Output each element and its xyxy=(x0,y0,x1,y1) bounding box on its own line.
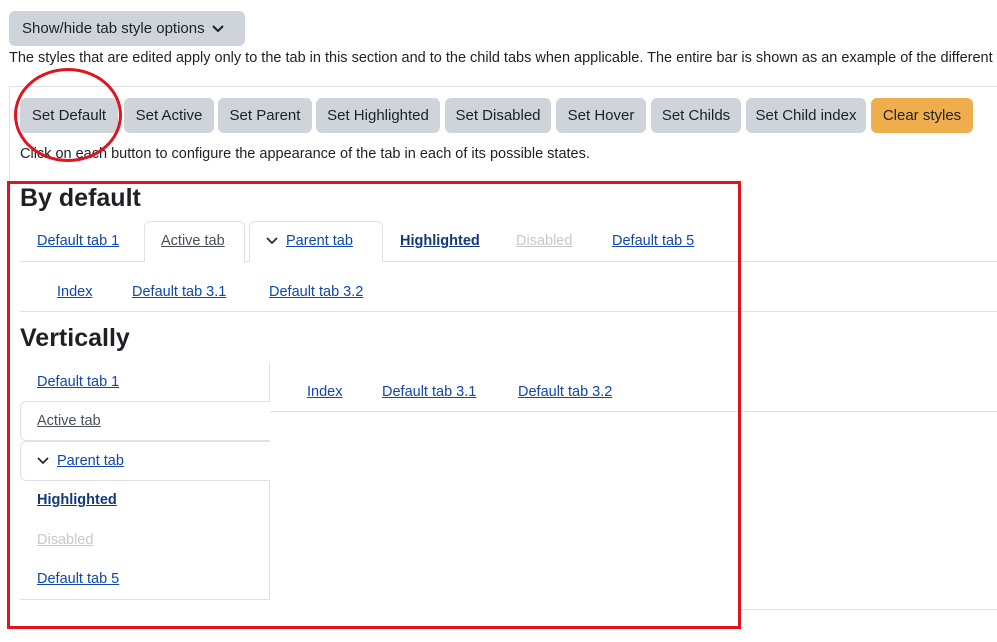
vertical-tab-disabled: Disabled xyxy=(37,532,94,548)
vertically-heading: Vertically xyxy=(20,324,130,352)
child-tab-3-2[interactable]: Default tab 3.2 xyxy=(269,284,363,300)
vertical-tab-parent-label: Parent tab xyxy=(57,453,124,469)
style-options-panel xyxy=(9,86,997,626)
tab-default-1[interactable]: Default tab 1 xyxy=(37,233,119,249)
chevron-down-icon xyxy=(266,237,278,245)
by-default-heading: By default xyxy=(20,184,141,212)
tab-default-5[interactable]: Default tab 5 xyxy=(612,233,694,249)
clear-styles-button[interactable]: Clear styles xyxy=(871,98,973,133)
set-default-button[interactable]: Set Default xyxy=(20,98,118,133)
vertical-tab-default-1[interactable]: Default tab 1 xyxy=(37,374,119,390)
child-tabbar-divider xyxy=(20,311,997,312)
tab-parent-label: Parent tab xyxy=(286,233,353,249)
vertical-child-tab-index[interactable]: Index xyxy=(307,384,342,400)
set-parent-button[interactable]: Set Parent xyxy=(218,98,312,133)
chevron-down-icon xyxy=(37,457,49,465)
vertical-tab-parent[interactable]: Parent tab xyxy=(37,453,124,469)
set-child-index-button[interactable]: Set Child index xyxy=(746,98,866,133)
set-childs-button[interactable]: Set Childs xyxy=(651,98,741,133)
tab-parent[interactable]: Parent tab xyxy=(266,233,353,249)
help-text: Click on each button to configure the ap… xyxy=(20,146,590,162)
child-tab-3-1[interactable]: Default tab 3.1 xyxy=(132,284,226,300)
vertical-child-tab-3-2[interactable]: Default tab 3.2 xyxy=(518,384,612,400)
toggle-style-options-label: Show/hide tab style options xyxy=(22,20,205,37)
chevron-down-icon xyxy=(211,24,224,32)
panel-bottom-divider xyxy=(741,609,997,610)
set-disabled-button[interactable]: Set Disabled xyxy=(445,98,551,133)
vertical-tab-highlighted[interactable]: Highlighted xyxy=(37,492,117,508)
set-hover-button[interactable]: Set Hover xyxy=(556,98,646,133)
vertical-tab-default-5[interactable]: Default tab 5 xyxy=(37,571,119,587)
toggle-style-options-button[interactable]: Show/hide tab style options xyxy=(9,11,245,46)
intro-text: The styles that are edited apply only to… xyxy=(9,50,993,66)
set-highlighted-button[interactable]: Set Highlighted xyxy=(316,98,440,133)
vertical-tabbar-bottom xyxy=(20,599,270,600)
tab-disabled: Disabled xyxy=(516,233,573,249)
child-tab-index[interactable]: Index xyxy=(57,284,92,300)
vertical-child-tabbar-divider xyxy=(270,411,997,412)
vertical-tabbar-divider xyxy=(269,362,270,600)
vertical-tab-active[interactable]: Active tab xyxy=(37,413,101,429)
set-active-button[interactable]: Set Active xyxy=(124,98,214,133)
tab-active[interactable]: Active tab xyxy=(161,233,225,249)
tab-highlighted[interactable]: Highlighted xyxy=(400,233,480,249)
vertical-child-tab-3-1[interactable]: Default tab 3.1 xyxy=(382,384,476,400)
